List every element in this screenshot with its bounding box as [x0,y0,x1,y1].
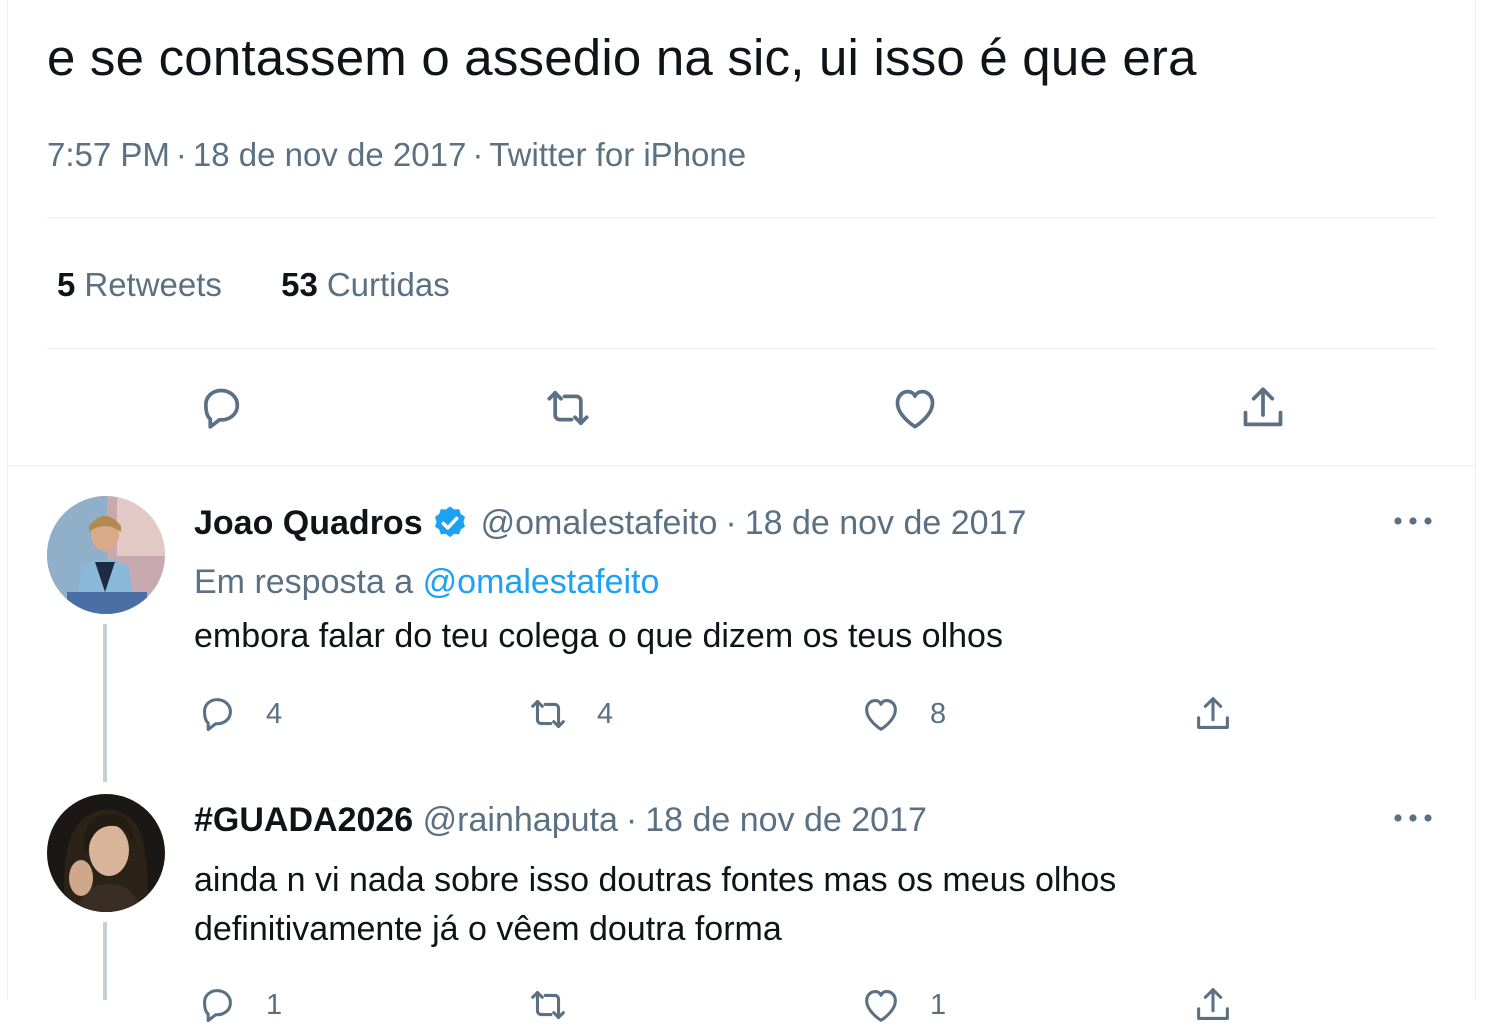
tweet-time[interactable]: 7:57 PM [47,136,170,173]
reply-text: ainda n vi nada sobre isso doutras fonte… [194,856,1374,954]
like-button[interactable]: 1 [858,980,946,1030]
reply-icon [203,388,240,429]
retweet-button[interactable] [540,380,596,436]
likes-stat[interactable]: 53 Curtidas [281,264,450,306]
reply-count: 1 [266,988,283,1021]
avatar[interactable] [47,794,165,912]
reply-actions: 1 1 [0,980,1469,1030]
reply-context: Em resposta a @omalestafeito [194,561,659,603]
share-icon [1197,697,1229,729]
meta-separator: · [175,136,187,173]
retweet-count: 4 [597,697,614,730]
reply-text: embora falar do teu colega o que dizem o… [194,617,1003,655]
like-icon [895,389,935,429]
more-icon [1394,814,1432,822]
reply-prefix: Em resposta a [194,563,414,601]
reply-date[interactable]: 18 de nov de 2017 [645,801,927,839]
retweet-button[interactable]: 4 [525,689,613,739]
reply-actions: 4 4 8 [0,689,1469,739]
avatar[interactable] [47,496,165,614]
retweet-icon [531,991,565,1019]
reply-header: #GUADA2026 @rainhaputa · 18 de nov de 2017 [194,799,927,841]
like-button[interactable]: 8 [858,689,946,739]
reply-button[interactable] [193,380,249,436]
retweet-button[interactable] [525,980,571,1030]
reply-header: Joao Quadros @omalestafeito · 18 de nov de … [194,502,1026,544]
reply-text-line: ainda n vi nada sobre isso doutras fonte… [194,861,1117,899]
tweet-meta: 7:57 PM · 18 de nov de 2017 · Twitter for iP… [47,134,746,176]
divider [7,465,1476,466]
tweet-text: e se contassem o assedio na sic, ui isso… [47,29,1197,86]
more-button[interactable] [1392,514,1434,528]
retweet-icon [547,390,589,426]
meta-separator: · [625,801,638,839]
share-button[interactable] [1190,980,1236,1030]
share-button[interactable] [1190,689,1236,739]
retweets-count: 5 [57,266,76,303]
like-count: 8 [930,697,947,730]
avatar-photo [47,496,165,614]
like-icon [865,990,897,1022]
reply-date[interactable]: 18 de nov de 2017 [745,504,1027,542]
meta-separator: · [725,504,737,542]
user-name[interactable]: Joao Quadros [194,504,423,542]
tweet-source[interactable]: Twitter for iPhone [489,136,746,173]
user-handle[interactable]: @rainhaputa [423,801,618,839]
share-icon [1197,988,1229,1020]
more-icon [1394,517,1432,525]
tweet-date[interactable]: 18 de nov de 2017 [193,136,466,173]
verified-icon [434,506,465,538]
reply-text-line: definitivamente já o vêem doutra forma [194,910,782,948]
reply-icon [203,989,232,1023]
tweet-actions [0,380,1469,436]
like-icon [865,699,897,731]
reply-button[interactable]: 1 [194,980,282,1030]
reply-mention-link[interactable]: @omalestafeito [423,563,660,601]
share-icon [1243,387,1283,427]
retweets-stat[interactable]: 5 Retweets [57,264,222,306]
like-count: 1 [930,988,947,1021]
retweets-label: Retweets [84,266,222,303]
user-name[interactable]: #GUADA2026 [194,801,413,839]
avatar-photo [47,794,165,912]
user-handle[interactable]: @omalestafeito [481,504,718,542]
tweet-stats: 5 Retweets 53 Curtidas [57,264,500,306]
reply-button[interactable]: 4 [194,689,282,739]
meta-separator: · [472,136,484,173]
reply-count: 4 [266,697,283,730]
likes-count: 53 [281,266,318,303]
share-button[interactable] [1235,380,1291,436]
like-button[interactable] [887,380,943,436]
likes-label: Curtidas [326,266,450,303]
reply-icon [203,698,232,732]
retweet-icon [531,700,565,728]
divider [47,217,1436,218]
more-button[interactable] [1392,811,1434,825]
divider [47,348,1436,349]
